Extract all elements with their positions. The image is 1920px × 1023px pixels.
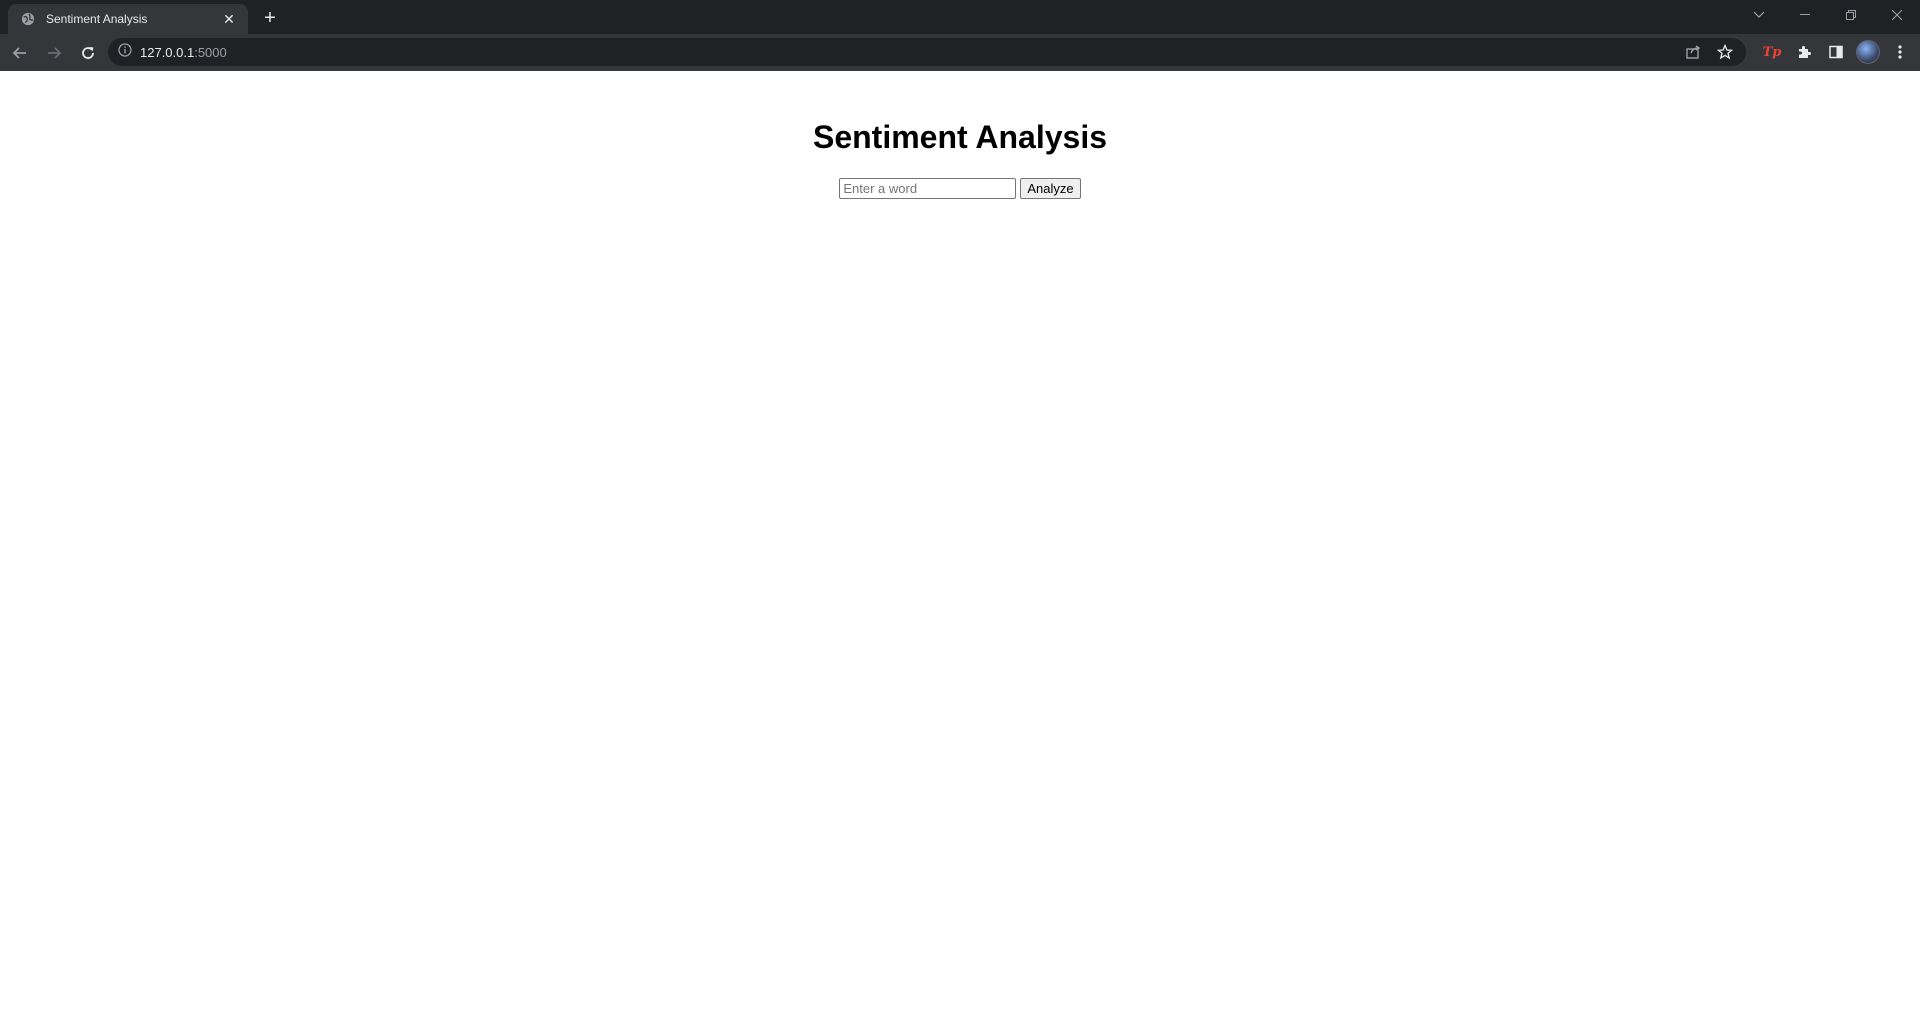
- tab-strip: Sentiment Analysis ✕ +: [0, 0, 1920, 34]
- tab-title: Sentiment Analysis: [46, 12, 148, 26]
- close-tab-icon[interactable]: ✕: [220, 10, 238, 28]
- share-icon[interactable]: [1680, 39, 1706, 65]
- close-window-icon[interactable]: [1874, 0, 1920, 30]
- puzzle-icon[interactable]: [1790, 38, 1818, 66]
- extensions-area: Tp: [1754, 38, 1914, 66]
- avatar: [1856, 40, 1880, 64]
- page-content: Sentiment Analysis Analyze: [0, 71, 1920, 1023]
- window-controls: [1736, 0, 1920, 30]
- arrow-right-icon[interactable]: [40, 39, 68, 67]
- active-tab[interactable]: Sentiment Analysis ✕: [8, 4, 248, 34]
- tab-search-icon[interactable]: [1736, 0, 1782, 30]
- tp-extension-label: Tp: [1762, 44, 1782, 60]
- reload-icon[interactable]: [74, 39, 102, 67]
- restore-icon[interactable]: [1828, 0, 1874, 30]
- address-bar-actions: [1674, 38, 1738, 66]
- url-port: :5000: [194, 44, 227, 60]
- address-bar[interactable]: 127.0.0.1 :5000: [108, 38, 1746, 66]
- toolbar: 127.0.0.1 :5000 Tp: [0, 34, 1920, 71]
- side-panel-icon[interactable]: [1822, 38, 1850, 66]
- globe-icon: [20, 11, 36, 27]
- new-tab-button[interactable]: +: [258, 6, 282, 30]
- url-host: 127.0.0.1: [140, 44, 195, 60]
- word-input[interactable]: [839, 178, 1017, 199]
- star-icon[interactable]: [1712, 39, 1738, 65]
- analyze-form: Analyze: [0, 178, 1920, 199]
- browser-chrome: Sentiment Analysis ✕ + 127.0.0.1:5000 T…: [0, 0, 1920, 71]
- minimize-icon[interactable]: [1782, 0, 1828, 30]
- analyze-button[interactable]: Analyze: [1020, 178, 1081, 199]
- tp-extension-icon[interactable]: Tp: [1758, 38, 1786, 66]
- info-icon[interactable]: [118, 42, 132, 62]
- profile-button[interactable]: [1854, 38, 1882, 66]
- kebab-menu-icon[interactable]: [1886, 38, 1914, 66]
- page-title: Sentiment Analysis: [812, 119, 1107, 155]
- arrow-left-icon[interactable]: [6, 39, 34, 67]
